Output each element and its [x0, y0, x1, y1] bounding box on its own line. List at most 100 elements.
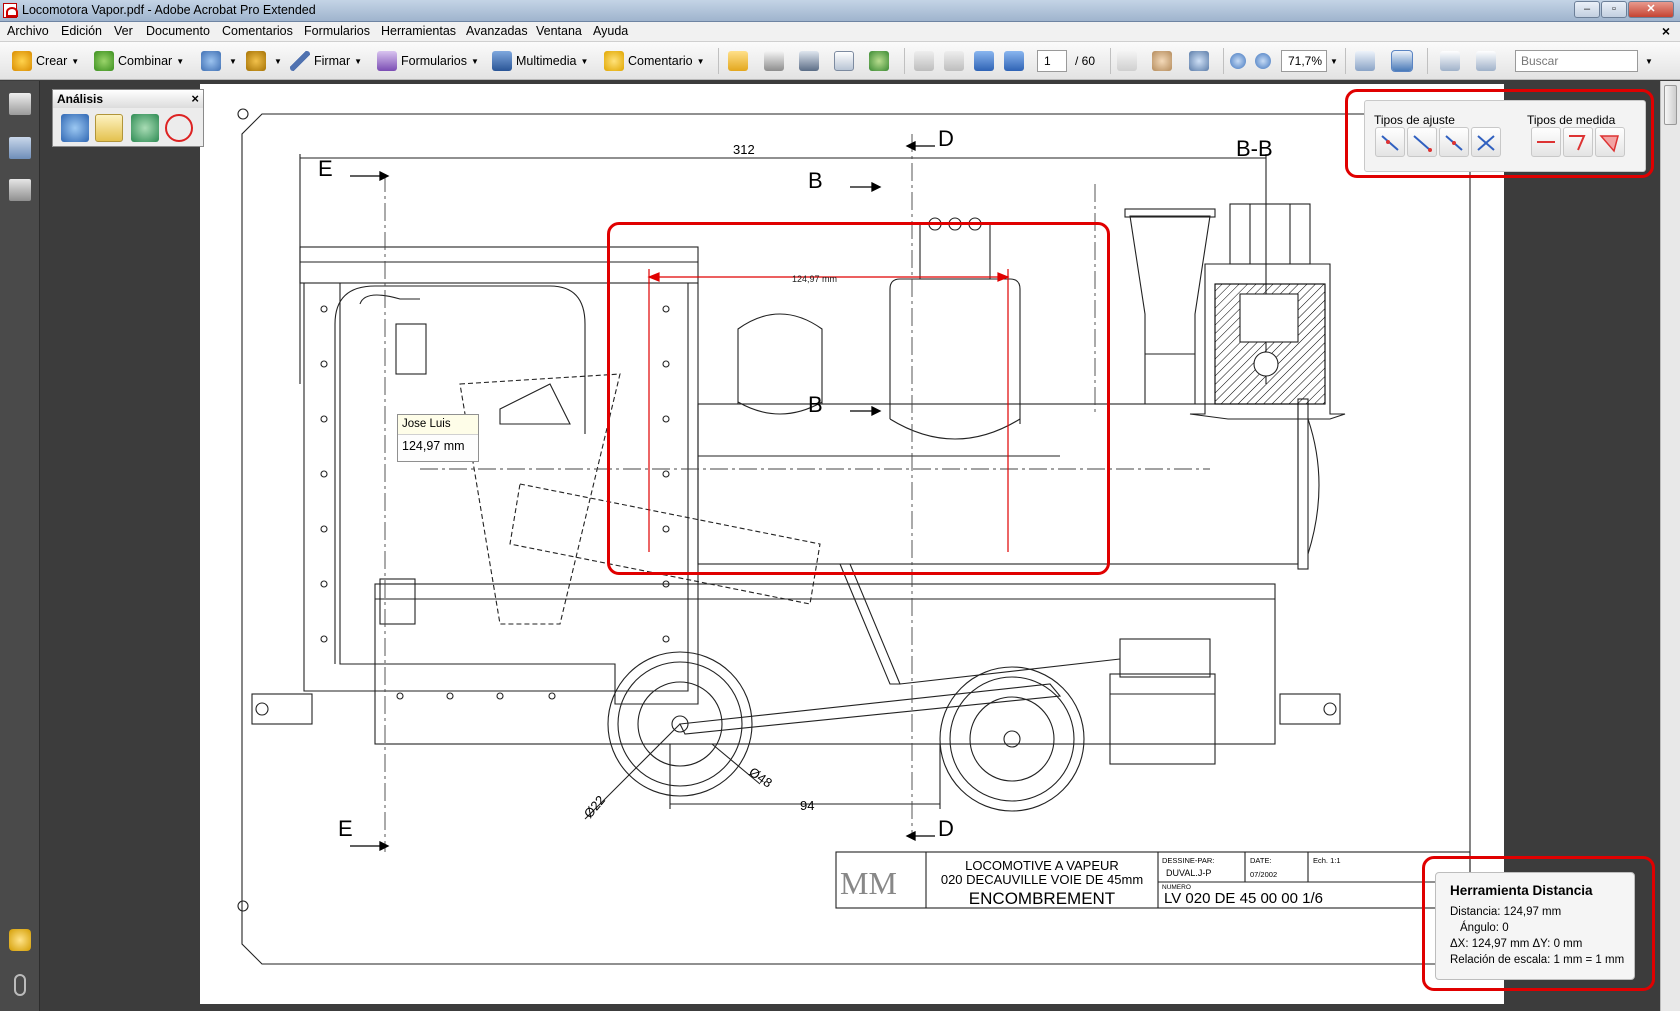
save-button[interactable] — [799, 50, 823, 72]
snap-to-intersection-icon[interactable] — [1471, 127, 1501, 157]
maximize-button[interactable]: ▫ — [1601, 1, 1627, 18]
menu-ver[interactable]: Ver — [114, 24, 133, 38]
menu-comentarios[interactable]: Comentarios — [222, 24, 293, 38]
menu-formularios[interactable]: Formularios — [304, 24, 370, 38]
hand-tool-button[interactable] — [1152, 50, 1176, 72]
menu-avanzadas[interactable]: Avanzadas — [466, 24, 528, 38]
comment-icon — [604, 51, 624, 71]
comments-icon[interactable] — [9, 929, 31, 951]
object-data-tool-icon[interactable] — [61, 114, 89, 142]
firmar-label: Firmar — [314, 54, 351, 68]
vertical-scrollbar[interactable] — [1660, 81, 1680, 1011]
search-input[interactable]: Buscar — [1515, 50, 1638, 72]
area-tool-icon[interactable] — [1595, 127, 1625, 157]
firmar-button[interactable]: Firmar ▼ — [290, 50, 362, 72]
comentario-button[interactable]: Comentario ▼ — [604, 50, 705, 72]
zoom-dropdown-icon[interactable]: ▼ — [1330, 50, 1338, 72]
chimney — [1129, 215, 1211, 405]
chevron-down-icon: ▼ — [71, 56, 80, 66]
menu-ventana[interactable]: Ventana — [536, 24, 582, 38]
combinar-label: Combinar — [118, 54, 173, 68]
title-line-1: LOCOMOTIVE A VAPEUR — [965, 858, 1119, 873]
signatures-icon[interactable] — [9, 179, 31, 201]
section-label-d-bottom: D — [938, 816, 954, 841]
printer-icon — [764, 51, 784, 71]
hand-icon — [1152, 51, 1172, 71]
multimedia-button[interactable]: Multimedia ▼ — [492, 50, 588, 72]
two-page-button[interactable] — [1476, 50, 1500, 72]
arrow-down-icon — [974, 51, 994, 71]
zoom-out-button[interactable] — [1230, 50, 1250, 72]
pages-icon[interactable] — [9, 93, 31, 115]
corner-marker — [237, 108, 249, 120]
crear-button[interactable]: Crear ▼ — [12, 50, 79, 72]
geospatial-tool-icon[interactable] — [131, 114, 159, 142]
analysis-title: Análisis — [53, 90, 203, 108]
form-icon — [377, 51, 397, 71]
title-line-3: ENCOMBREMENT — [969, 889, 1115, 908]
arrow-up-icon — [944, 51, 964, 71]
menu-documento[interactable]: Documento — [146, 24, 210, 38]
measuring-tool-icon[interactable] — [95, 114, 123, 142]
formularios-button[interactable]: Formularios ▼ — [377, 50, 479, 72]
first-page-button[interactable] — [914, 50, 938, 72]
minimize-button[interactable]: – — [1574, 1, 1600, 18]
scrollbar-thumb[interactable] — [1664, 85, 1677, 125]
bookmarks-icon[interactable] — [9, 137, 31, 159]
search-dropdown-icon[interactable]: ▼ — [1645, 50, 1653, 72]
menu-ayuda[interactable]: Ayuda — [593, 24, 628, 38]
dimension-312: 312 — [733, 142, 755, 157]
section-label-d-top: D — [938, 126, 954, 151]
section-label-e-top: E — [318, 156, 333, 181]
single-page-icon — [1440, 51, 1460, 71]
distance-tool-icon[interactable] — [1531, 127, 1561, 157]
open-button[interactable] — [728, 50, 752, 72]
menu-herramientas[interactable]: Herramientas — [381, 24, 456, 38]
multimedia-icon — [492, 51, 512, 71]
zoom-input[interactable]: 71,7% — [1281, 50, 1327, 72]
menu-edicion[interactable]: Edición — [61, 24, 102, 38]
share-button[interactable]: ▼ — [201, 50, 237, 72]
chevron-down-icon: ▼ — [580, 56, 589, 66]
distance-panel-title: Herramienta Distancia — [1450, 883, 1593, 898]
fit-width-button[interactable] — [1355, 50, 1379, 72]
envelope-icon — [834, 51, 854, 71]
print-button[interactable] — [764, 50, 788, 72]
secure-button[interactable]: ▼ — [246, 50, 282, 72]
menu-archivo[interactable]: Archivo — [7, 24, 49, 38]
page-number-input[interactable]: 1 — [1037, 50, 1067, 72]
zoom-in-button[interactable] — [1255, 50, 1275, 72]
toolbar-divider — [1110, 48, 1111, 74]
close-window-button[interactable]: ✕ — [1628, 1, 1674, 18]
title-bar: Locomotora Vapor.pdf - Adobe Acrobat Pro… — [0, 0, 1680, 22]
paperclip-icon[interactable] — [14, 974, 26, 996]
fit-page-button[interactable] — [1391, 50, 1416, 72]
close-icon[interactable]: × — [191, 91, 199, 106]
next-page-button[interactable] — [974, 50, 998, 72]
fit-page-icon — [1391, 50, 1413, 72]
chevron-down-icon: ▼ — [176, 56, 185, 66]
combinar-icon — [94, 51, 114, 71]
section-label-b-top: B — [808, 168, 823, 193]
snap-to-path-icon[interactable] — [1375, 127, 1405, 157]
snap-to-midpoint-icon[interactable] — [1439, 127, 1469, 157]
collaborate-button[interactable] — [869, 50, 893, 72]
last-page-button[interactable] — [1004, 50, 1028, 72]
comentario-label: Comentario — [628, 54, 693, 68]
close-document-icon[interactable]: × — [1662, 23, 1670, 39]
prev-page-button[interactable] — [944, 50, 968, 72]
marquee-zoom-button[interactable] — [1189, 50, 1213, 72]
crosshair-icon[interactable] — [165, 114, 193, 142]
distance-value: Distancia: 124,97 mm — [1450, 906, 1562, 918]
navigation-pane — [0, 81, 40, 1011]
toolbar-divider — [904, 48, 905, 74]
single-page-button[interactable] — [1440, 50, 1464, 72]
email-button[interactable] — [834, 50, 858, 72]
globe-icon — [869, 51, 889, 71]
corner-marker — [237, 900, 249, 912]
combinar-button[interactable]: Combinar ▼ — [94, 50, 184, 72]
select-tool-button[interactable] — [1117, 50, 1141, 72]
perimeter-tool-icon[interactable] — [1563, 127, 1593, 157]
snap-to-endpoint-icon[interactable] — [1407, 127, 1437, 157]
first-page-icon — [914, 51, 934, 71]
